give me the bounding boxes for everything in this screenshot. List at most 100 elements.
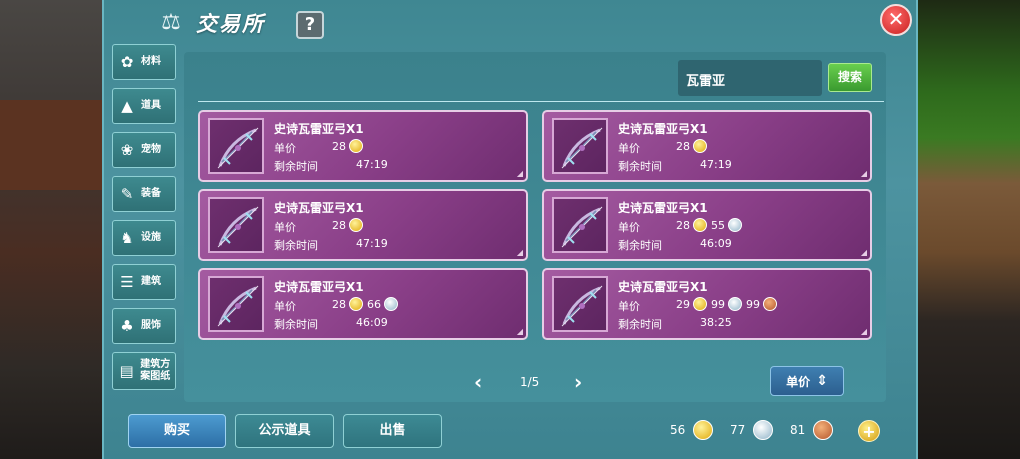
- time-label: 剩余时间: [618, 160, 662, 173]
- sort-by-price-button[interactable]: 单价 ⇕: [770, 366, 844, 396]
- time-label: 剩余时间: [274, 160, 318, 173]
- listing-card[interactable]: 史诗瓦雷亚弓X1 单价 28 66 剩余时间 46:09 ◢: [198, 268, 528, 340]
- gold-price: 28: [332, 139, 363, 153]
- price-values: 28: [332, 139, 367, 153]
- corner-mark-icon: ◢: [860, 248, 867, 257]
- item-name: 史诗瓦雷亚弓X1: [618, 280, 708, 294]
- close-button[interactable]: ✕: [880, 4, 912, 36]
- copper-coin-icon: [763, 297, 777, 311]
- sort-label: 单价: [786, 374, 811, 389]
- equipment-icon: ✎: [120, 185, 134, 203]
- gold-price: 29: [676, 297, 707, 311]
- copper-coin-icon: [813, 420, 834, 440]
- gold-coin-icon: [693, 139, 707, 153]
- gold-price-value: 28: [676, 218, 690, 232]
- search-button[interactable]: 搜索: [828, 63, 872, 92]
- sidebar-item-facilities[interactable]: ♞ 设施: [112, 220, 176, 256]
- sort-arrow-icon: ⇕: [816, 373, 828, 389]
- scales-icon: ⚖: [161, 10, 181, 35]
- sidebar-item-clothing[interactable]: ♣ 服饰: [112, 308, 176, 344]
- remaining-time: 47:19: [356, 237, 388, 250]
- pet-icon: ❀: [120, 141, 134, 159]
- search-input[interactable]: 瓦雷亚: [678, 60, 822, 96]
- bow-icon: [208, 197, 264, 253]
- listing-card[interactable]: 史诗瓦雷亚弓X1 单价 29 99 99 剩余时间 38:25 ◢: [542, 268, 872, 340]
- sidebar-item-equipment[interactable]: ✎ 装备: [112, 176, 176, 212]
- help-button[interactable]: ?: [296, 11, 324, 39]
- buy-button[interactable]: 购买: [128, 414, 226, 448]
- silver-price-value: 55: [711, 218, 725, 232]
- next-page-button[interactable]: ›: [574, 370, 582, 394]
- price-values: 28 66: [332, 297, 402, 311]
- silver-price-value: 99: [711, 297, 725, 311]
- silver-coin-icon: [728, 218, 742, 232]
- title-bar: ⚖ 交易所 ? ✕: [104, 0, 916, 48]
- time-label: 剩余时间: [618, 239, 662, 252]
- item-name: 史诗瓦雷亚弓X1: [274, 201, 364, 215]
- silver-price: 66: [367, 297, 398, 311]
- remaining-time: 46:09: [356, 316, 388, 329]
- blueprint-icon: ▤: [119, 362, 134, 380]
- silver-amount: 77: [730, 423, 746, 437]
- clothing-icon: ♣: [120, 317, 134, 335]
- gold-price-value: 28: [676, 139, 690, 153]
- game-background-right: [910, 0, 1020, 459]
- remaining-time: 46:09: [700, 237, 732, 250]
- sell-button[interactable]: 出售: [343, 414, 442, 448]
- copper-price-value: 99: [746, 297, 760, 311]
- corner-mark-icon: ◢: [516, 327, 523, 336]
- exchange-panel: ⚖ 交易所 ? ✕ ✿ 材料 ▲ 道具 ❀ 宠物 ✎ 装备 ♞ 设施 ☰ 建筑 ♣ 服饰 ▤ 建…: [102, 0, 918, 459]
- listing-card[interactable]: 史诗瓦雷亚弓X1 单价 28 剩余时间 47:19 ◢: [198, 189, 528, 261]
- listing-card[interactable]: 史诗瓦雷亚弓X1 单价 28 剩余时间 47:19 ◢: [198, 110, 528, 182]
- sidebar-item-materials[interactable]: ✿ 材料: [112, 44, 176, 80]
- bow-icon: [208, 118, 264, 174]
- sidebar-item-blueprints[interactable]: ▤ 建筑方案图纸: [112, 352, 176, 390]
- time-label: 剩余时间: [274, 318, 318, 331]
- item-name: 史诗瓦雷亚弓X1: [274, 122, 364, 136]
- price-label: 单价: [274, 142, 296, 155]
- gold-price: 28: [676, 218, 707, 232]
- sidebar-item-buildings[interactable]: ☰ 建筑: [112, 264, 176, 300]
- price-label: 单价: [274, 221, 296, 234]
- bow-icon: [552, 118, 608, 174]
- gold-coin-icon: [349, 218, 363, 232]
- listing-card[interactable]: 史诗瓦雷亚弓X1 单价 28 55 剩余时间 46:09 ◢: [542, 189, 872, 261]
- copper-amount: 81: [790, 423, 806, 437]
- silver-price: 55: [711, 218, 742, 232]
- listing-card[interactable]: 史诗瓦雷亚弓X1 单价 28 剩余时间 47:19 ◢: [542, 110, 872, 182]
- gold-price-value: 29: [676, 297, 690, 311]
- price-label: 单价: [618, 300, 640, 313]
- silver-price-value: 66: [367, 297, 381, 311]
- add-currency-button[interactable]: +: [858, 420, 880, 442]
- silver-price: 99: [711, 297, 742, 311]
- bow-icon: [552, 197, 608, 253]
- sidebar-item-pets[interactable]: ❀ 宠物: [112, 132, 176, 168]
- time-label: 剩余时间: [618, 318, 662, 331]
- remaining-time: 38:25: [700, 316, 732, 329]
- gold-price-value: 28: [332, 218, 346, 232]
- game-background-left: [0, 0, 110, 459]
- silver-coin-icon: [728, 297, 742, 311]
- item-name: 史诗瓦雷亚弓X1: [618, 201, 708, 215]
- sidebar-item-items[interactable]: ▲ 道具: [112, 88, 176, 124]
- price-values: 28: [332, 218, 367, 232]
- gold-coin-icon: [349, 139, 363, 153]
- corner-mark-icon: ◢: [860, 327, 867, 336]
- gold-balance: 56: [670, 420, 714, 440]
- corner-mark-icon: ◢: [860, 169, 867, 178]
- divider: [198, 101, 884, 102]
- publish-items-button[interactable]: 公示道具: [235, 414, 334, 448]
- copper-balance: 81: [790, 420, 834, 440]
- listing-area: 瓦雷亚 搜索 史诗瓦雷亚弓X1 单价 28 剩余时间 47:19 ◢ 史诗瓦雷亚弓X1 单价 2…: [184, 52, 886, 402]
- price-values: 28 55: [676, 218, 746, 232]
- price-label: 单价: [618, 142, 640, 155]
- gold-coin-icon: [693, 420, 714, 440]
- silver-coin-icon: [384, 297, 398, 311]
- item-name: 史诗瓦雷亚弓X1: [618, 122, 708, 136]
- bow-icon: [552, 276, 608, 332]
- corner-mark-icon: ◢: [516, 248, 523, 257]
- gold-coin-icon: [693, 297, 707, 311]
- prev-page-button[interactable]: ‹: [474, 370, 482, 394]
- price-values: 28: [676, 139, 711, 153]
- gold-price: 28: [676, 139, 707, 153]
